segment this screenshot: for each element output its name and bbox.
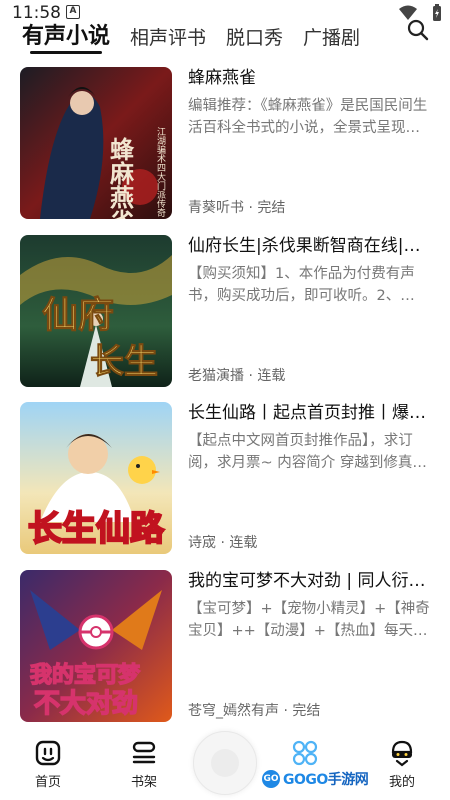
svg-text:不大对劲: 不大对劲 bbox=[34, 689, 138, 719]
book-title: 蜂麻燕雀 bbox=[188, 68, 256, 88]
category-tabs: 有声小说 相声评书 脱口秀 广播剧 bbox=[22, 14, 360, 54]
book-info: 仙府长生|杀伐果断智商在线|… 【购买须知】1、本作品为付费有声书，购买成功后，… bbox=[188, 235, 433, 387]
book-description: 【宝可梦】+【宠物小精灵】+【神奇宝贝】++【动漫】+【热血】每天… bbox=[188, 600, 430, 639]
book-title: 长生仙路丨起点首页封推丨爆… bbox=[188, 403, 426, 423]
nav-home-label: 首页 bbox=[34, 775, 61, 790]
book-cover: 蜂麻燕雀 江湖骗术四大门派传奇 bbox=[20, 67, 172, 219]
book-item[interactable]: 我的宝可梦 不大对劲 我的宝可梦不大对劲 | 同人衍… 【宝可梦】+【宠物小精灵… bbox=[0, 567, 450, 735]
player-disc-button[interactable] bbox=[193, 731, 257, 795]
watermark-circle: GO bbox=[262, 770, 280, 788]
home-icon bbox=[34, 739, 62, 767]
svg-text:长生: 长生 bbox=[90, 342, 158, 382]
book-description: 编辑推荐：《蜂麻燕雀》是民国民间生活百科全书式的小说，全景式呈现… bbox=[188, 98, 428, 136]
book-cover: 我的宝可梦 不大对劲 bbox=[20, 569, 172, 722]
book-item[interactable]: 长生仙路 长生仙路丨起点首页封推丨爆… 【起点中文网首页封推作品】，求订阅，求月… bbox=[0, 399, 450, 567]
svg-text:仙府: 仙府 bbox=[42, 294, 114, 336]
nav-mine[interactable]: 我的 bbox=[372, 739, 432, 790]
cover-subtitle: 江湖骗术四大门派传奇 bbox=[155, 127, 166, 217]
disc-icon bbox=[211, 749, 239, 777]
book-info: 长生仙路丨起点首页封推丨爆… 【起点中文网首页封推作品】，求订阅，求月票~ 内容… bbox=[188, 402, 433, 554]
book-title: 我的宝可梦不大对劲 | 同人衍… bbox=[188, 570, 426, 591]
watermark-logo: GO GOGO手游网 bbox=[262, 768, 369, 790]
book-info: 蜂麻燕雀 编辑推荐：《蜂麻燕雀》是民国民间生活百科全书式的小说，全景式呈现… 青… bbox=[188, 67, 433, 219]
book-meta: 老猫演播 · 连载 bbox=[188, 367, 286, 384]
book-list: 蜂麻燕雀 江湖骗术四大门派传奇 蜂麻燕雀 编辑推荐：《蜂麻燕雀》是民国民间生活百… bbox=[0, 64, 450, 734]
tab-radio-drama[interactable]: 广播剧 bbox=[303, 23, 360, 50]
book-meta: 青葵听书 · 完结 bbox=[188, 200, 286, 216]
book-description: 【起点中文网首页封推作品】，求订阅，求月票~ 内容简介 穿越到修真… bbox=[188, 433, 427, 471]
nav-home[interactable]: 首页 bbox=[18, 739, 78, 790]
search-button[interactable] bbox=[406, 18, 430, 42]
nav-bookshelf[interactable]: 书架 bbox=[114, 739, 174, 790]
tab-crosstalk[interactable]: 相声评书 bbox=[130, 23, 206, 50]
battery-icon bbox=[433, 4, 441, 21]
book-item[interactable]: 蜂麻燕雀 江湖骗术四大门派传奇 蜂麻燕雀 编辑推荐：《蜂麻燕雀》是民国民间生活百… bbox=[0, 64, 450, 232]
nav-discover[interactable] bbox=[275, 739, 335, 771]
tab-talk-show[interactable]: 脱口秀 bbox=[226, 23, 283, 50]
watermark-cn: 手游网 bbox=[327, 772, 369, 788]
book-item[interactable]: 仙府 长生 仙府长生|杀伐果断智商在线|… 【购买须知】1、本作品为付费有声书，… bbox=[0, 232, 450, 400]
book-meta: 诗宬 · 连载 bbox=[188, 535, 258, 551]
profile-icon bbox=[388, 739, 416, 767]
book-title: 仙府长生|杀伐果断智商在线|… bbox=[188, 235, 421, 256]
cover-title: 蜂麻燕雀 bbox=[106, 136, 135, 219]
bookshelf-icon bbox=[130, 739, 158, 767]
book-meta: 苍穹_嫣然有声 · 完结 bbox=[188, 702, 321, 719]
nav-mine-label: 我的 bbox=[388, 775, 415, 790]
book-info: 我的宝可梦不大对劲 | 同人衍… 【宝可梦】+【宠物小精灵】+【神奇宝贝】++【… bbox=[188, 570, 433, 722]
grid-icon bbox=[291, 739, 319, 767]
nav-bookshelf-label: 书架 bbox=[130, 775, 157, 790]
book-cover: 长生仙路 bbox=[20, 402, 172, 554]
watermark-text: GOGO手游网 bbox=[283, 769, 369, 789]
search-icon bbox=[407, 19, 429, 41]
tab-audio-novel[interactable]: 有声小说 bbox=[22, 18, 110, 54]
cover-title: 长生仙路 bbox=[28, 509, 165, 549]
svg-text:我的宝可梦: 我的宝可梦 bbox=[30, 662, 141, 688]
watermark-brand: GOGO bbox=[283, 772, 328, 788]
book-cover: 仙府 长生 bbox=[20, 234, 172, 387]
book-description: 【购买须知】1、本作品为付费有声书，购买成功后，即可收听。2、… bbox=[188, 265, 415, 304]
